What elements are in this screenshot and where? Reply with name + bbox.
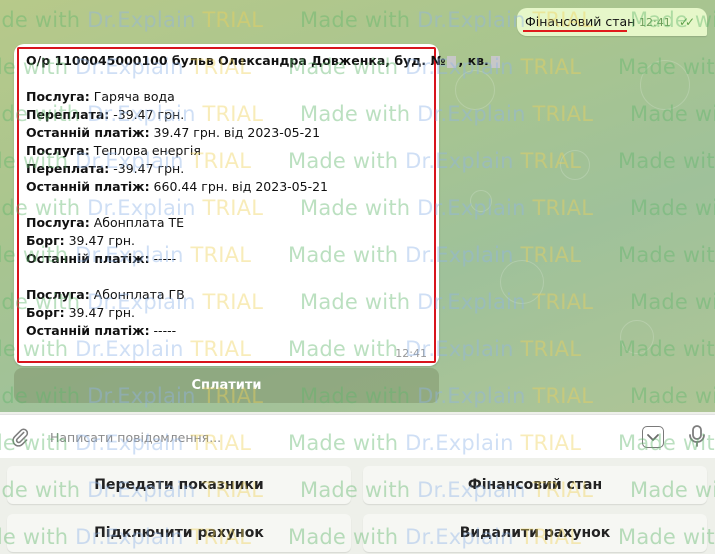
message-line: Переплата: -39.47 грн. — [26, 106, 431, 124]
background-doodle — [470, 190, 492, 212]
highlight-underline — [523, 30, 627, 32]
message-line-value: Гаряча вода — [89, 89, 175, 104]
message-line: О/р 1100045000100 бульв Олександра Довже… — [26, 52, 500, 70]
background-doodle — [455, 70, 495, 110]
message-line: Останній платіж: 39.47 грн. від 2023-05-… — [26, 124, 431, 142]
double-check-icon: ✓✓ — [679, 15, 695, 29]
background-doodle — [640, 60, 690, 110]
message-line-value: -39.47 грн. — [109, 107, 185, 122]
message-line-label: Переплата: — [26, 161, 110, 176]
paperclip-icon[interactable] — [10, 427, 30, 447]
message-line-label: Послуга: — [26, 143, 90, 158]
message-line-label: Послуга: — [26, 287, 90, 302]
message-line-value: 660.44 грн. від 2023-05-21 — [149, 179, 328, 194]
message-line: Борг: 39.47 грн. — [26, 304, 431, 322]
message-line-value: -39.47 грн. — [109, 161, 185, 176]
message-line: Послуга: Абонплата ГВ — [26, 286, 431, 304]
message-line-value: ----- — [149, 251, 177, 266]
pay-button-label: Сплатити — [191, 378, 262, 393]
message-line-label: Останній платіж: — [26, 251, 150, 266]
message-line-label: Послуга: — [26, 89, 90, 104]
message-line-value: 39.47 грн. від 2023-05-21 — [149, 125, 321, 140]
delete-account-button[interactable]: Видалити рахунок — [363, 514, 707, 552]
message-line: Останній платіж: 660.44 грн. від 2023-05… — [26, 178, 431, 196]
message-line-value: ----- — [149, 323, 177, 338]
message-line-label: О/р 1100045000100 бульв Олександра Довже… — [26, 53, 446, 68]
message-line-label: , кв. — [458, 53, 489, 68]
message-line-value: Теплова енергія — [89, 143, 201, 158]
message-line: Останній платіж: ----- — [26, 250, 431, 268]
connect-account-button[interactable]: Підключити рахунок — [7, 514, 351, 552]
financial-status-button[interactable]: Фінансовий стан — [363, 466, 707, 504]
microphone-icon[interactable] — [687, 424, 707, 448]
message-line-label: Борг: — [26, 233, 65, 248]
message-line-label: Послуга: — [26, 215, 90, 230]
outgoing-message-time: 12:41 — [639, 16, 671, 29]
outgoing-message-bubble[interactable]: Фінансовий стан 12:41 ✓✓ — [517, 8, 707, 36]
message-line: Послуга: Теплова енергія — [26, 142, 431, 160]
pay-button[interactable]: Сплатити — [14, 368, 439, 403]
message-composer — [0, 414, 715, 458]
message-line — [26, 70, 431, 88]
message-line-value: Абонплата ГВ — [89, 287, 185, 302]
message-line-label: Останній платіж: — [26, 179, 150, 194]
message-line — [26, 268, 431, 286]
message-line-label: Останній платіж: — [26, 125, 150, 140]
incoming-message-time: 12:41 — [395, 347, 427, 360]
background-doodle — [500, 260, 544, 304]
redacted-value — [447, 55, 457, 68]
incoming-message-bubble[interactable]: О/р 1100045000100 бульв Олександра Довже… — [14, 44, 500, 366]
message-line-label: Останній платіж: — [26, 323, 150, 338]
message-body: О/р 1100045000100 бульв Олександра Довже… — [26, 52, 500, 340]
message-line-value: Абонплата ТЕ — [89, 215, 185, 230]
message-line: Послуга: Абонплата ТЕ — [26, 214, 431, 232]
message-line-value: 39.47 грн. — [64, 233, 135, 248]
message-line — [26, 196, 431, 214]
message-line-label: Переплата: — [26, 107, 110, 122]
message-line-value: 39.47 грн. — [64, 305, 135, 320]
background-doodle — [560, 150, 590, 180]
message-line-label: Борг: — [26, 305, 65, 320]
outgoing-message-text: Фінансовий стан — [525, 14, 636, 29]
message-line: Останній платіж: ----- — [26, 322, 431, 340]
redacted-value — [490, 55, 500, 68]
submit-readings-button[interactable]: Передати показники — [7, 466, 351, 504]
reply-keyboard: Передати показники Фінансовий стан Підкл… — [0, 458, 715, 554]
background-doodle — [620, 320, 654, 354]
message-line: Послуга: Гаряча вода — [26, 88, 431, 106]
message-line: Борг: 39.47 грн. — [26, 232, 431, 250]
message-line: Переплата: -39.47 грн. — [26, 160, 431, 178]
keyboard-toggle-icon[interactable] — [642, 426, 664, 448]
message-input[interactable] — [50, 427, 610, 447]
